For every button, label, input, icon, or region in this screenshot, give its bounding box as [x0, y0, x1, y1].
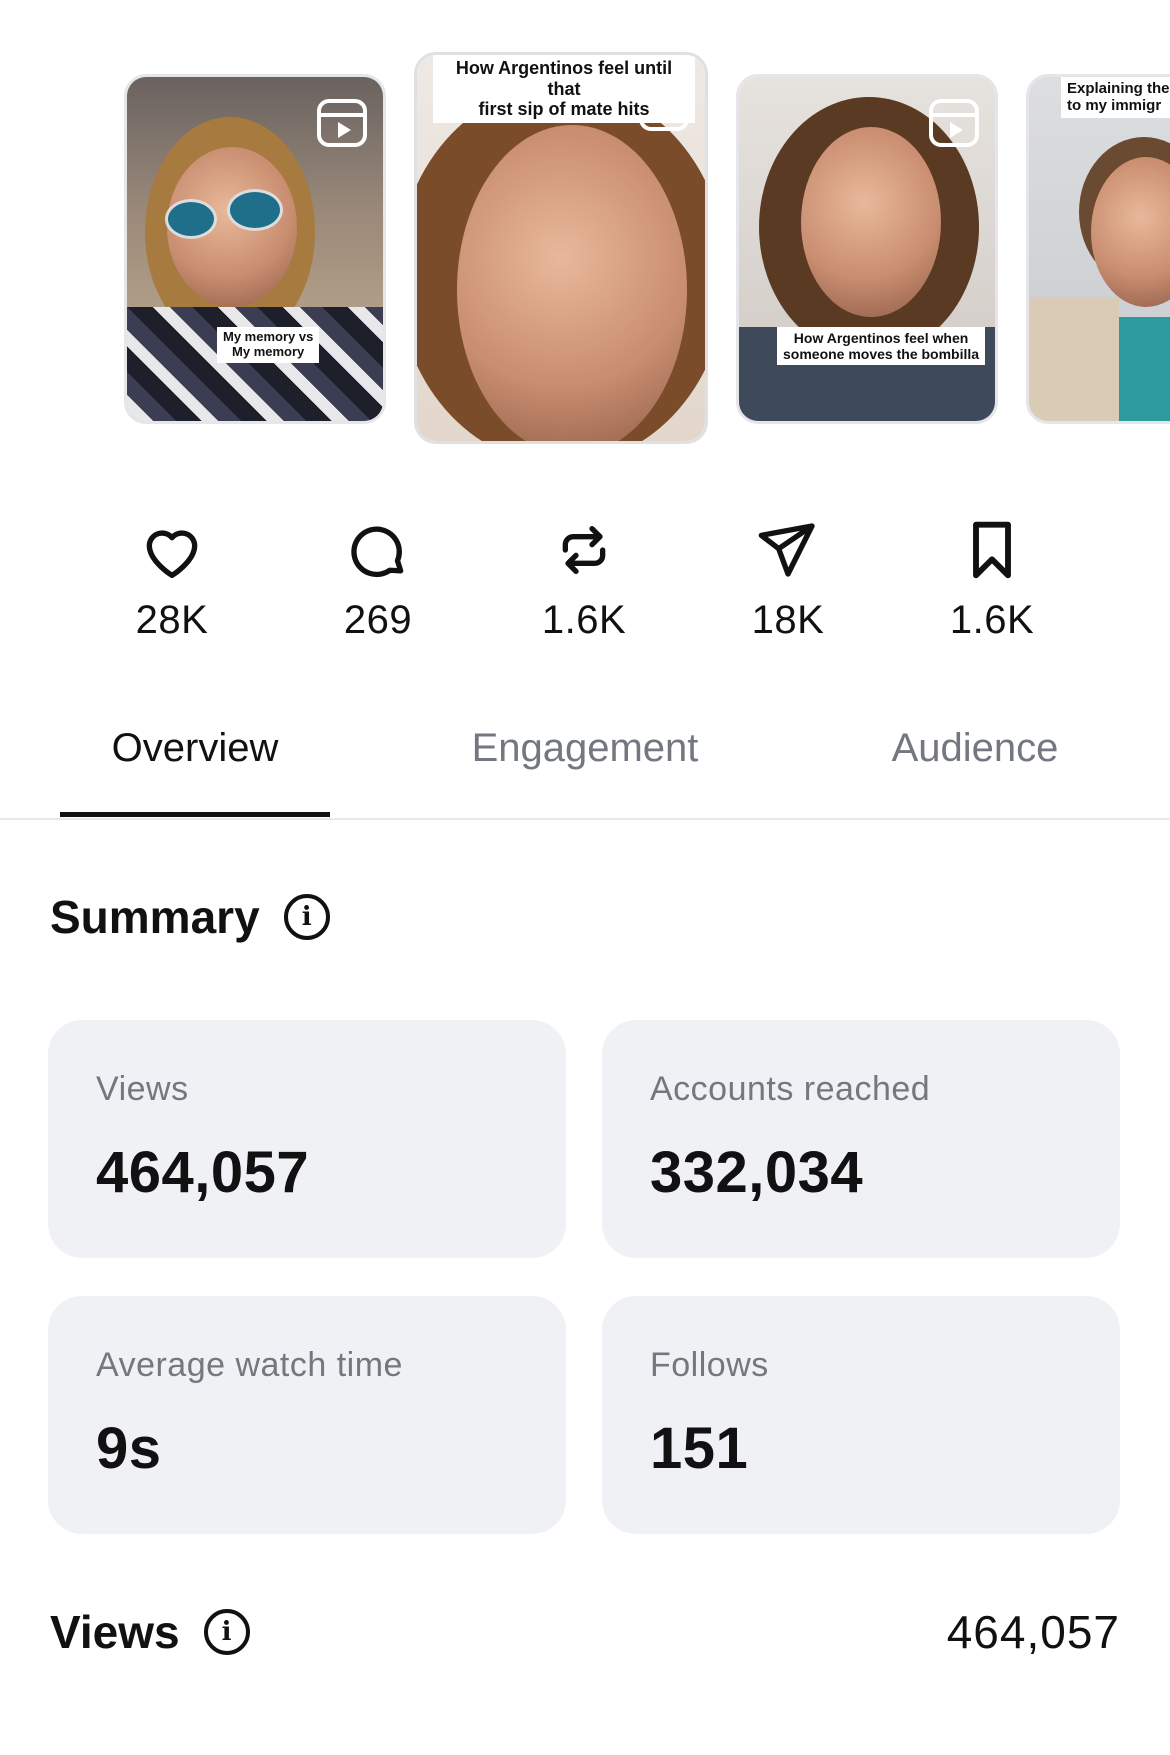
follows-value: 151	[650, 1416, 749, 1481]
reel-caption-1: My memory vs My memory	[217, 327, 320, 363]
follows-label: Follows	[650, 1346, 769, 1384]
saves-stat[interactable]: 1.6K	[892, 520, 1092, 643]
active-tab-indicator	[60, 812, 330, 817]
views-label: Views	[96, 1070, 189, 1108]
average-watch-time-value: 9s	[96, 1416, 162, 1481]
reel-thumbnail-1[interactable]: My memory vs My memory	[124, 74, 386, 424]
accounts-reached-card: Accounts reached 332,034	[602, 1020, 1120, 1258]
summary-heading: Summary i	[50, 890, 330, 944]
reel-caption-4: Explaining the to my immigr	[1061, 77, 1170, 118]
send-icon	[758, 523, 815, 577]
likes-stat[interactable]: 28K	[72, 520, 272, 643]
reel-thumbnail-2-selected[interactable]: How Argentinos feel until that first sip …	[414, 52, 708, 444]
info-icon[interactable]: i	[203, 1609, 250, 1655]
accounts-reached-label: Accounts reached	[650, 1070, 931, 1108]
bookmark-icon	[973, 521, 1011, 579]
reel-insights-page: My memory vs My memory How Argentinos fee…	[0, 0, 1170, 1755]
insights-tabs: Overview Engagement Audience	[0, 700, 1170, 820]
views-card: Views 464,057	[48, 1020, 566, 1258]
accounts-reached-value: 332,034	[650, 1140, 864, 1205]
engagement-stats-row: 28K 269 1.6K 18K 1.6K	[0, 520, 1170, 660]
comment-icon	[351, 526, 404, 578]
reel-thumbnail-3[interactable]: How Argentinos feel when someone moves th…	[736, 74, 998, 424]
reel-caption-2: How Argentinos feel until that first sip …	[433, 55, 695, 124]
tab-engagement[interactable]: Engagement	[420, 726, 750, 771]
views-section-header: Views i 464,057	[50, 1605, 1120, 1675]
comments-count: 269	[343, 598, 413, 642]
follows-card: Follows 151	[602, 1296, 1120, 1534]
reel-carousel[interactable]: My memory vs My memory How Argentinos fee…	[0, 0, 1170, 460]
comments-stat[interactable]: 269	[278, 520, 478, 643]
tab-overview[interactable]: Overview	[60, 726, 330, 771]
shares-stat[interactable]: 18K	[688, 520, 888, 643]
reposts-count: 1.6K	[541, 598, 627, 642]
tab-audience[interactable]: Audience	[840, 726, 1110, 771]
reel-icon	[317, 99, 367, 147]
average-watch-time-card: Average watch time 9s	[48, 1296, 566, 1534]
summary-title: Summary	[50, 891, 260, 943]
likes-count: 28K	[135, 598, 209, 642]
views-total: 464,057	[946, 1606, 1120, 1658]
average-watch-time-label: Average watch time	[96, 1346, 403, 1384]
saves-count: 1.6K	[949, 598, 1035, 642]
reposts-stat[interactable]: 1.6K	[484, 520, 684, 643]
repost-icon	[562, 526, 606, 574]
shares-count: 18K	[751, 598, 825, 642]
views-value: 464,057	[96, 1140, 310, 1205]
heart-icon	[146, 530, 198, 578]
views-section-title: Views	[50, 1606, 180, 1658]
views-section-title-wrap: Views i	[50, 1605, 250, 1659]
reel-thumbnail-4[interactable]: Explaining the to my immigr	[1026, 74, 1170, 424]
reel-caption-3: How Argentinos feel when someone moves th…	[777, 327, 986, 366]
reel-icon	[929, 99, 979, 147]
info-icon[interactable]: i	[283, 894, 330, 940]
